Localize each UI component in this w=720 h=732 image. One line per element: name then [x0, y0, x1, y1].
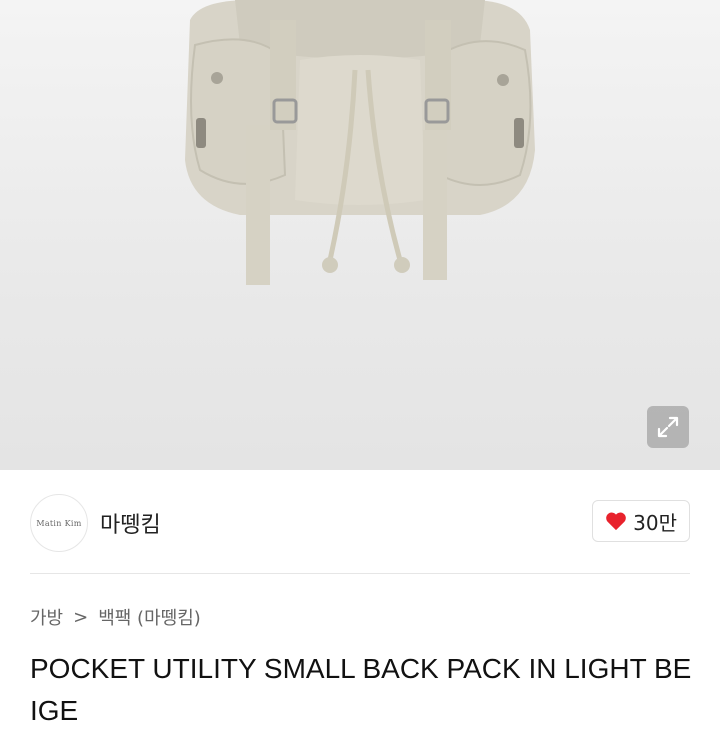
seller-avatar[interactable]: Matin Kim	[30, 494, 88, 552]
like-button[interactable]: 30만	[592, 500, 690, 542]
product-title: POCKET UTILITY SMALL BACK PACK IN LIGHT …	[30, 653, 692, 726]
divider	[30, 573, 690, 574]
expand-button[interactable]	[647, 406, 689, 448]
breadcrumb-item-bag[interactable]: 가방	[30, 604, 63, 630]
seller-name[interactable]: 마뗑킴	[100, 507, 161, 539]
seller-section: Matin Kim 마뗑킴 30만	[30, 492, 690, 552]
breadcrumb: 가방 > 백팩 (마뗑킴)	[30, 604, 201, 630]
expand-arrows-icon	[657, 416, 679, 438]
product-image-area	[0, 0, 720, 470]
like-count: 30만	[633, 510, 677, 535]
backpack-photo	[185, 0, 535, 285]
avatar-logo-text: Matin Kim	[36, 518, 82, 528]
chevron-right-icon: >	[73, 606, 89, 628]
heart-icon	[606, 512, 626, 531]
breadcrumb-item-backpack[interactable]: 백팩 (마뗑킴)	[98, 604, 201, 630]
